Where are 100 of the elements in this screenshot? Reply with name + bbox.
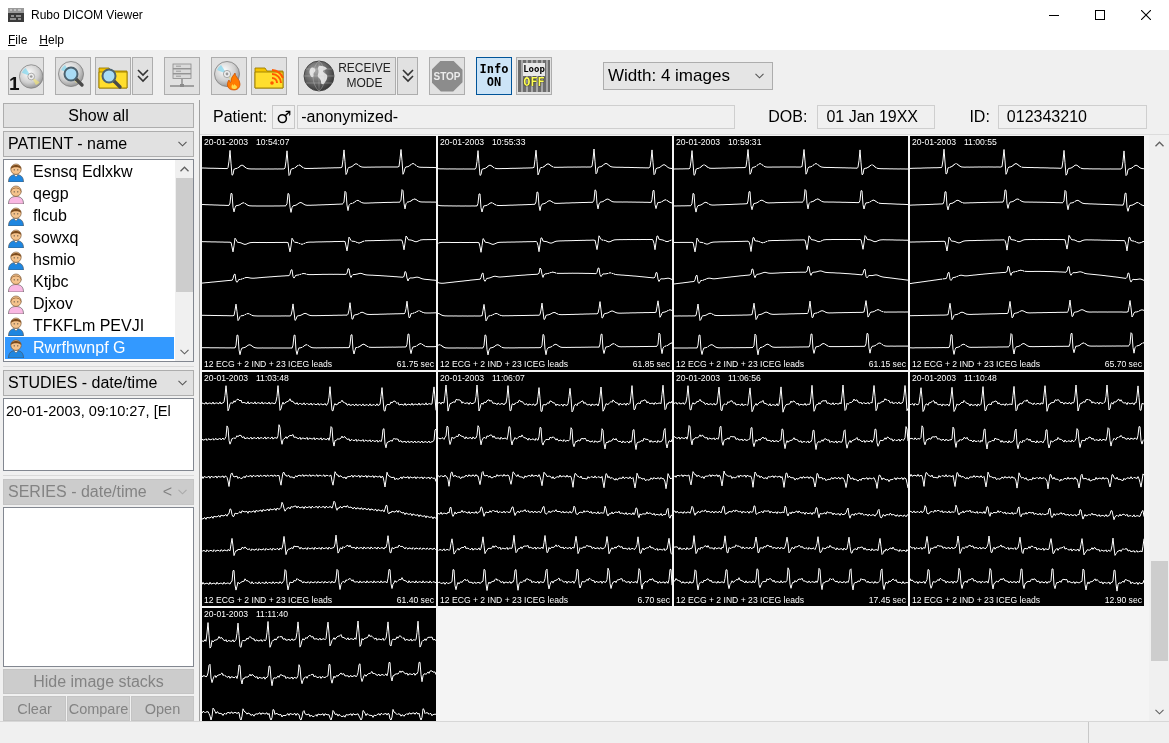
- toolbar-button[interactable]: RECEIVE MODE: [298, 57, 396, 95]
- ecg-image-panel[interactable]: 20-01-2003 11:10:48 12 ECG + 2 IND + 23 ICEG leads 12.90 sec: [910, 372, 1144, 606]
- patient-label: Patient:: [213, 108, 268, 126]
- toolbar-button[interactable]: [164, 57, 200, 95]
- patient-name: sowxq: [33, 229, 79, 247]
- show-all-button[interactable]: Show all: [3, 103, 194, 128]
- toolbar-button[interactable]: [55, 57, 91, 95]
- menu-item[interactable]: File: [2, 33, 34, 47]
- ecg-image-panel[interactable]: 20-01-2003 10:59:31 12 ECG + 2 IND + 23 ICEG leads 61.15 sec: [674, 136, 908, 370]
- series-list[interactable]: [3, 507, 194, 667]
- width-select[interactable]: Width: 4 images: [603, 62, 773, 90]
- lead-count: 12 ECG + 2 IND + 23 ICEG leads: [204, 595, 332, 605]
- ecg-image-panel[interactable]: 20-01-2003 11:11:40: [202, 608, 436, 721]
- image-duration: 17.45 sec: [868, 595, 906, 605]
- image-time: 11:10:48: [963, 373, 997, 383]
- maximize-icon: [1095, 10, 1105, 20]
- lead-count: 12 ECG + 2 IND + 23 ICEG leads: [912, 359, 1040, 369]
- patient-row[interactable]: hsmio: [5, 249, 174, 271]
- ecg-image-panel[interactable]: 20-01-2003 10:55:33 12 ECG + 2 IND + 23 ICEG leads 61.85 sec: [438, 136, 672, 370]
- toolbar-button[interactable]: [211, 57, 247, 95]
- menu-item[interactable]: Help: [33, 33, 71, 47]
- double-chevron-icon: [401, 69, 414, 83]
- patient-row[interactable]: Djxov: [5, 293, 174, 315]
- cd-disc-icon: [18, 62, 43, 90]
- image-time: 11:06:07: [491, 373, 525, 383]
- patient-name: flcub: [33, 207, 67, 225]
- scroll-down-icon[interactable]: [1154, 709, 1164, 715]
- app-logo-icon: [7, 7, 25, 23]
- globe-icon: [303, 60, 336, 92]
- image-duration: 61.85 sec: [632, 359, 670, 369]
- id-label: ID:: [969, 108, 990, 126]
- study-row[interactable]: 20-01-2003, 09:10:27, [El: [5, 400, 192, 422]
- patient-name-field[interactable]: -anonymized-: [297, 105, 736, 129]
- patient-name: TFKFLm PEVJI: [33, 317, 145, 335]
- image-date: 20-01-2003: [440, 373, 484, 383]
- lead-count: 12 ECG + 2 IND + 23 ICEG leads: [440, 359, 568, 369]
- dob-field[interactable]: 01 Jan 19XX: [817, 105, 936, 129]
- image-date: 20-01-2003: [912, 373, 956, 383]
- toolbar-button[interactable]: [251, 57, 287, 95]
- patient-row[interactable]: Ktjbc: [5, 271, 174, 293]
- id-field[interactable]: 012343210: [997, 105, 1147, 129]
- person-icon: [7, 338, 25, 358]
- person-icon: [7, 294, 25, 314]
- patient-row[interactable]: qegp: [5, 183, 174, 205]
- ecg-image-panel[interactable]: 20-01-2003 11:00:55 12 ECG + 2 IND + 23 ICEG leads 65.70 sec: [910, 136, 1144, 370]
- toggle-button[interactable]: Loop OFF: [516, 57, 552, 95]
- patient-row[interactable]: Esnsq Edlxkw: [5, 161, 174, 183]
- lead-count: 12 ECG + 2 IND + 23 ICEG leads: [440, 595, 568, 605]
- scroll-down-icon[interactable]: [179, 349, 189, 355]
- lead-count: 12 ECG + 2 IND + 23 ICEG leads: [676, 595, 804, 605]
- person-icon: [7, 184, 25, 204]
- disc-flame-icon: [214, 61, 244, 91]
- image-duration: 61.75 sec: [396, 359, 434, 369]
- patient-row[interactable]: sowxq: [5, 227, 174, 249]
- patient-name: Ktjbc: [33, 273, 69, 291]
- patient-list[interactable]: Esnsq Edlxkw qegp flcub sowxq hsmio Ktjbc Djxov TFKFLm PEVJI Rwrfhwnpf G: [3, 159, 194, 362]
- ecg-image-panel[interactable]: 20-01-2003 11:06:56 12 ECG + 2 IND + 23 ICEG leads 17.45 sec: [674, 372, 908, 606]
- dob-label: DOB:: [768, 108, 808, 126]
- chevron-down-icon: [178, 141, 187, 147]
- window-title: Rubo DICOM Viewer: [31, 8, 143, 22]
- lead-count: 12 ECG + 2 IND + 23 ICEG leads: [912, 595, 1040, 605]
- patient-sort-dropdown[interactable]: PATIENT - name: [3, 131, 194, 157]
- dropdown-button[interactable]: [397, 57, 418, 95]
- image-date: 20-01-2003: [676, 373, 720, 383]
- image-date: 20-01-2003: [204, 609, 248, 619]
- scroll-up-icon[interactable]: [1154, 141, 1164, 147]
- patient-name: hsmio: [33, 251, 76, 269]
- chevron-down-icon: [178, 489, 187, 495]
- person-icon: [7, 316, 25, 336]
- scrollbar-thumb[interactable]: [175, 178, 193, 292]
- ecg-image-panel[interactable]: 20-01-2003 10:54:07 12 ECG + 2 IND + 23 ICEG leads 61.75 sec: [202, 136, 436, 370]
- person-icon: [7, 250, 25, 270]
- ecg-image-panel[interactable]: 20-01-2003 11:03:48 12 ECG + 2 IND + 23 ICEG leads 61.40 sec: [202, 372, 436, 606]
- patient-name: Esnsq Edlxkw: [33, 163, 133, 181]
- close-icon: [1141, 10, 1151, 20]
- dropdown-button[interactable]: [132, 57, 153, 95]
- image-duration: 6.70 sec: [637, 595, 670, 605]
- patient-row[interactable]: flcub: [5, 205, 174, 227]
- lead-count: 12 ECG + 2 IND + 23 ICEG leads: [204, 359, 332, 369]
- image-date: 20-01-2003: [204, 137, 248, 147]
- image-time: 10:54:07: [255, 137, 290, 147]
- toggle-button[interactable]: Info ON: [476, 57, 512, 95]
- patient-name: Djxov: [33, 295, 73, 313]
- image-time: 11:00:55: [963, 137, 997, 147]
- scroll-up-icon[interactable]: [179, 166, 189, 172]
- image-time: 10:59:31: [727, 137, 762, 147]
- toolbar-button[interactable]: 1: [8, 57, 44, 95]
- scrollbar-thumb[interactable]: [1150, 561, 1168, 661]
- scrollbar[interactable]: [175, 160, 193, 361]
- lead-count: 12 ECG + 2 IND + 23 ICEG leads: [676, 359, 804, 369]
- person-icon: [7, 162, 25, 182]
- ecg-image-panel[interactable]: 20-01-2003 11:06:07 12 ECG + 2 IND + 23 ICEG leads 6.70 sec: [438, 372, 672, 606]
- patient-name: Rwrfhwnpf G: [33, 339, 126, 357]
- toolbar-button[interactable]: [95, 57, 131, 95]
- studies-list[interactable]: 20-01-2003, 09:10:27, [El: [3, 398, 194, 471]
- image-date: 20-01-2003: [912, 137, 956, 147]
- image-date: 20-01-2003: [204, 373, 248, 383]
- studies-sort-dropdown[interactable]: STUDIES - date/time: [3, 370, 194, 396]
- person-icon: [7, 228, 25, 248]
- patient-row[interactable]: TFKFLm PEVJI: [5, 315, 174, 337]
